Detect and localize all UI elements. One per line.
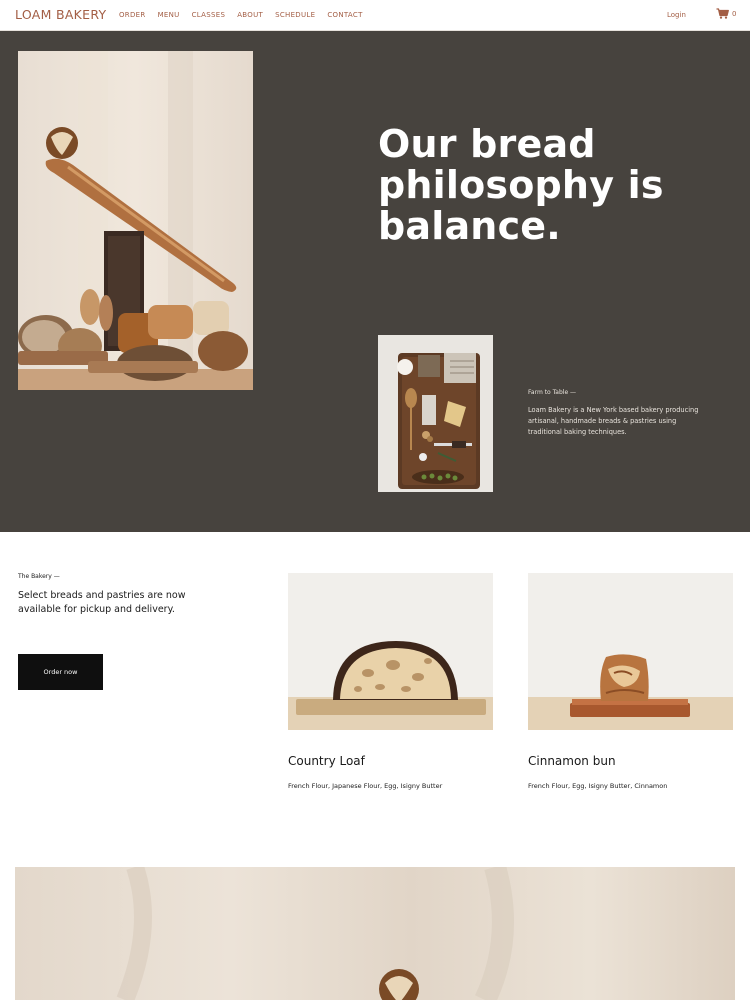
nav-schedule[interactable]: SCHEDULE [275, 11, 315, 19]
product-name[interactable]: Cinnamon bun [528, 754, 733, 768]
nav-menu[interactable]: MENU [158, 11, 180, 19]
cart-button[interactable]: 0 [716, 8, 736, 19]
product-ingredients: French Flour, Egg, Isigny Butter, Cinnam… [528, 782, 668, 790]
nav-contact[interactable]: CONTACT [327, 11, 362, 19]
product-ingredients: French Flour, Japanese Flour, Egg, Isign… [288, 782, 443, 790]
farm-to-table-label: Farm to Table — [528, 389, 577, 396]
nav-order[interactable]: ORDER [119, 11, 146, 19]
product-card-cinnamon-bun[interactable]: Cinnamon bun French Flour, Egg, Isigny B… [528, 573, 733, 790]
cart-count: 0 [732, 9, 737, 18]
bakery-description: Select breads and pastries are now avail… [18, 590, 186, 615]
bottom-banner-image [15, 867, 735, 1000]
order-now-button[interactable]: Order now [18, 654, 103, 690]
cinnamon-bun-image[interactable] [528, 573, 733, 730]
product-card-country-loaf[interactable]: Country Loaf French Flour, Japanese Flou… [288, 573, 493, 790]
nav-classes[interactable]: CLASSES [192, 11, 226, 19]
main-nav: ORDER MENU CLASSES ABOUT SCHEDULE CONTAC… [119, 11, 363, 19]
hero-section: Our bread philosophy is balance. Farm to… [0, 31, 750, 532]
country-loaf-image[interactable] [288, 573, 493, 730]
farm-to-table-text: Loam Bakery is a New York based bakery p… [528, 406, 699, 436]
bakery-label: The Bakery — [18, 573, 60, 580]
login-link[interactable]: Login [667, 11, 686, 19]
cart-icon [716, 8, 729, 19]
site-header: LOAM BAKERY ORDER MENU CLASSES ABOUT SCH… [0, 0, 750, 31]
hero-title: Our bread philosophy is balance. [378, 122, 664, 248]
site-logo[interactable]: LOAM BAKERY [15, 7, 107, 22]
product-name[interactable]: Country Loaf [288, 754, 493, 768]
bread-sculpture-image [18, 51, 253, 390]
nav-about[interactable]: ABOUT [237, 11, 263, 19]
cutting-board-image [378, 335, 493, 492]
